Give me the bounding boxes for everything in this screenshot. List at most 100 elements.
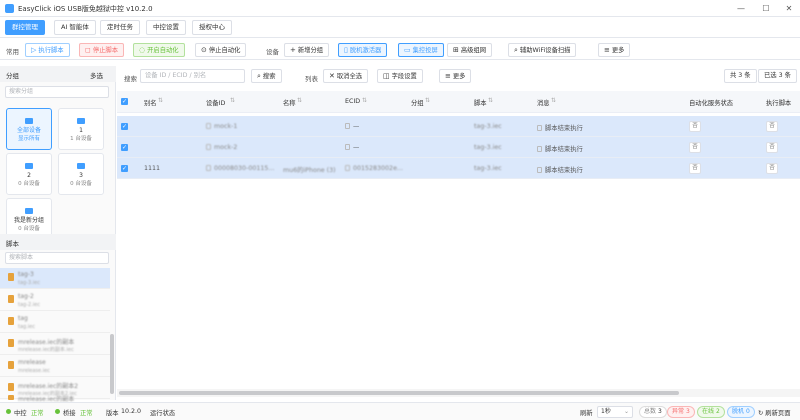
screen-cast-button[interactable]: ▭ 集控投屏 xyxy=(398,43,444,57)
search-icon: ⌕ xyxy=(257,72,261,80)
maximize-icon[interactable]: ☐ xyxy=(757,2,775,15)
sort-icon[interactable]: ⇅ xyxy=(158,97,163,104)
tab-control-settings[interactable]: 中控设置 xyxy=(146,20,186,35)
col-ecid[interactable]: ECID xyxy=(345,98,360,105)
field-settings-button[interactable]: ◫ 字段设置 xyxy=(377,69,423,83)
script-search-input[interactable]: 搜索脚本 xyxy=(5,252,109,264)
close-icon[interactable]: ✕ xyxy=(780,2,798,15)
columns-icon: ◫ xyxy=(383,72,390,80)
row-checkbox[interactable]: ✓ xyxy=(121,123,128,130)
deselect-all-button[interactable]: ✕ 取消全选 xyxy=(323,69,369,83)
table-horizontal-scrollbar[interactable] xyxy=(117,389,800,397)
auto-status-toggle[interactable]: 否 xyxy=(689,121,701,132)
col-auto-status[interactable]: 自动化服务状态 xyxy=(689,98,733,107)
total-count-badge: 共 3 条 xyxy=(724,69,757,83)
menu-icon: ≡ xyxy=(604,46,610,54)
wifi-scan-button[interactable]: ⌕ 辅助WiFi设备扫描 xyxy=(508,43,577,57)
log-icon[interactable] xyxy=(537,146,542,152)
refresh-interval-select[interactable]: 1秒 ⌄ xyxy=(597,406,633,418)
stop-automation-button[interactable]: ⊙ 停止自动化 xyxy=(195,43,247,57)
script-item[interactable]: tag-3 tag-3.iec xyxy=(0,268,110,289)
exec-status-toggle[interactable]: 否 xyxy=(766,163,778,174)
folder-icon xyxy=(77,163,85,169)
monitor-icon: ▭ xyxy=(404,46,411,54)
search-button[interactable]: ⌕ 搜索 xyxy=(251,69,282,83)
script-list-scrollbar[interactable] xyxy=(110,334,114,394)
phone-icon: ▯ xyxy=(344,46,348,54)
stop-icon: ◻ xyxy=(85,46,91,54)
activator-button[interactable]: ▯ 脱机激活器 xyxy=(338,43,388,57)
folder-icon xyxy=(25,118,33,124)
table-row[interactable]: ✓ mock-2 — tag-3.iec 脚本结束执行 否 否 xyxy=(117,137,800,158)
file-icon xyxy=(8,273,14,281)
multi-select-toggle[interactable]: 多选 xyxy=(90,70,103,80)
col-exec-script[interactable]: 执行脚本 xyxy=(766,98,791,107)
scrollbar-thumb[interactable] xyxy=(119,391,679,395)
title-bar: EasyClick iOS USB版免越狱中控 v10.2.0 — ☐ ✕ xyxy=(0,0,800,17)
copy-icon[interactable] xyxy=(345,123,350,129)
script-title: 脚本 xyxy=(6,240,19,248)
sort-icon[interactable]: ⇅ xyxy=(230,97,235,104)
tab-group-control[interactable]: 群控管理 xyxy=(5,20,45,35)
sort-icon[interactable]: ⇅ xyxy=(297,97,302,104)
col-alias[interactable]: 别名 xyxy=(144,98,157,107)
tab-ai-agent[interactable]: AI 智能体 xyxy=(54,20,96,35)
tab-scheduled-tasks[interactable]: 定时任务 xyxy=(100,20,140,35)
col-name[interactable]: 名称 xyxy=(283,98,296,107)
sidebar: 分组 多选 搜索分组 全部设备 显示所有 1 1 台设备 2 0 台设备 3 0… xyxy=(0,66,116,403)
col-script[interactable]: 脚本 xyxy=(474,98,487,107)
run-script-button[interactable]: ▷ 执行脚本 xyxy=(25,43,70,57)
group-card-all[interactable]: 全部设备 显示所有 xyxy=(6,108,52,150)
auto-status-toggle[interactable]: 否 xyxy=(689,142,701,153)
file-icon xyxy=(8,339,14,347)
copy-icon[interactable] xyxy=(206,123,211,129)
group-card-2[interactable]: 2 0 台设备 xyxy=(6,153,52,195)
minimize-icon[interactable]: — xyxy=(732,2,750,15)
script-item[interactable]: mrelease mrelease.iec xyxy=(0,356,110,377)
exec-status-toggle[interactable]: 否 xyxy=(766,142,778,153)
sort-icon[interactable]: ⇅ xyxy=(362,97,367,104)
stop-circle-icon: ⊙ xyxy=(201,46,207,54)
group-card-3[interactable]: 3 0 台设备 xyxy=(58,153,104,195)
copy-icon[interactable] xyxy=(206,165,211,171)
sort-icon[interactable]: ⇅ xyxy=(551,97,556,104)
sort-icon[interactable]: ⇅ xyxy=(488,97,493,104)
log-icon[interactable] xyxy=(537,167,542,173)
col-group[interactable]: 分组 xyxy=(411,98,424,107)
stop-script-button[interactable]: ◻ 停止脚本 xyxy=(79,43,124,57)
device-search-input[interactable]: 设备 ID / ECID / 别名 xyxy=(140,69,245,83)
online-pill: 在线 2 xyxy=(697,406,725,418)
script-item[interactable]: tag tag.iec xyxy=(0,312,110,333)
error-pill: 异常 3 xyxy=(667,406,695,418)
script-item[interactable]: mrelease.iec的副本 mrelease.iec的副本.iec xyxy=(0,334,110,355)
copy-icon[interactable] xyxy=(345,165,350,171)
table-row[interactable]: ✓ 1111 00008030-00115... mu6的iPhone (3) … xyxy=(117,158,800,179)
group-card-1[interactable]: 1 1 台设备 xyxy=(58,108,104,150)
more-toolbar-button[interactable]: ≡ 更多 xyxy=(598,43,631,57)
select-all-checkbox[interactable]: ✓ xyxy=(121,98,128,105)
group-search-input[interactable]: 搜索分组 xyxy=(5,86,109,98)
auto-status-toggle[interactable]: 否 xyxy=(689,163,701,174)
log-icon[interactable] xyxy=(537,125,542,131)
row-checkbox[interactable]: ✓ xyxy=(121,144,128,151)
script-item[interactable]: tag-2 tag-2.iec xyxy=(0,290,110,311)
toolbar: 常用 ▷ 执行脚本 ◻ 停止脚本 ◌ 开启自动化 ⊙ 停止自动化 设备 + 新增分组 ▯ 脱… xyxy=(0,40,800,60)
offline-pill: 脱机 0 xyxy=(727,406,755,418)
start-automation-button[interactable]: ◌ 开启自动化 xyxy=(133,43,185,57)
status-dot-icon xyxy=(6,409,11,414)
window-title: EasyClick iOS USB版免越狱中控 v10.2.0 xyxy=(18,5,153,13)
sort-icon[interactable]: ⇅ xyxy=(425,97,430,104)
row-checkbox[interactable]: ✓ xyxy=(121,165,128,172)
more-list-button[interactable]: ≡ 更多 xyxy=(439,69,472,83)
add-group-button[interactable]: + 新增分组 xyxy=(284,43,330,57)
copy-icon[interactable] xyxy=(345,144,350,150)
refresh-page-button[interactable]: ↻ 刷新页面 xyxy=(758,408,790,417)
script-item[interactable]: mrelease.iec的副本 xyxy=(0,394,110,403)
advanced-network-button[interactable]: ⊞ 高级组网 xyxy=(447,43,493,57)
exec-status-toggle[interactable]: 否 xyxy=(766,121,778,132)
table-row[interactable]: ✓ mock-1 — tag-3.iec 脚本结束执行 否 否 xyxy=(117,116,800,137)
tab-license[interactable]: 授权中心 xyxy=(192,20,232,35)
copy-icon[interactable] xyxy=(206,144,211,150)
col-device-id[interactable]: 设备ID xyxy=(206,98,225,107)
col-message[interactable]: 消息 xyxy=(537,98,550,107)
